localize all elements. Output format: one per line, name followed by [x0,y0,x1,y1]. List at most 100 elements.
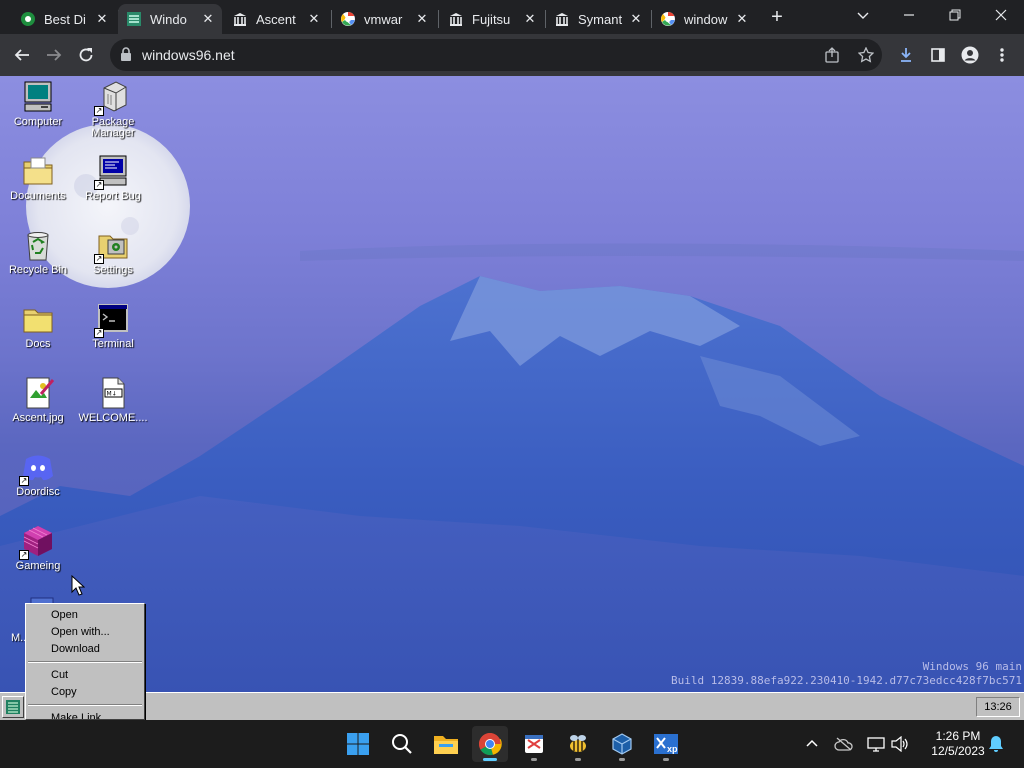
close-icon[interactable]: ✕ [522,11,538,27]
chrome-icon [479,733,502,756]
tray-volume[interactable] [890,734,910,754]
taskbar-file-explorer[interactable] [428,726,464,762]
archive-icon [448,11,464,27]
running-indicator [483,758,497,761]
icon-label: WELCOME.... [78,412,148,424]
running-indicator [531,758,537,761]
folder-icon [21,154,55,188]
tab-windows-search[interactable]: window ✕ [652,4,756,34]
taskbar-snipping-tool[interactable] [516,726,552,762]
tab-ascent[interactable]: Ascent ✕ [224,4,328,34]
shortcut-arrow-icon: ↗ [94,180,104,190]
back-button[interactable] [10,43,34,67]
desktop-icon-docs[interactable]: Docs [1,302,75,350]
clock-time: 1:26 PM [935,729,981,743]
tab-windows96[interactable]: Windo ✕ [118,4,222,34]
close-icon[interactable]: ✕ [200,11,216,27]
tab-title: Windo [150,11,187,27]
tray-onedrive[interactable] [834,734,854,754]
google-icon [340,11,356,27]
win96-start-button[interactable] [2,696,24,718]
tab-vmware[interactable]: vmwar ✕ [332,4,436,34]
taskbar-bee-app[interactable] [560,726,596,762]
taskbar-start-button[interactable] [340,726,376,762]
menu-item-make-link[interactable]: Make Link [26,710,144,719]
shortcut-arrow-icon: ↗ [19,476,29,486]
more-vertical-icon [1000,48,1004,62]
reload-button[interactable] [74,43,98,67]
tab-search-button[interactable] [840,0,886,30]
taskbar-clock[interactable]: 1:26 PM 12/5/2023 [920,729,996,759]
taskbar-virtualbox[interactable] [604,726,640,762]
desktop-icon-doordisc[interactable]: ↗ Doordisc [1,450,75,498]
tab-best[interactable]: Best Di ✕ [12,4,116,34]
close-icon[interactable]: ✕ [628,11,644,27]
taskbar-search-button[interactable] [384,726,420,762]
desktop-icon-report-bug[interactable]: ↗ Report Bug [76,154,150,202]
desktop-icon-documents[interactable]: Documents [1,154,75,202]
taskbar-chrome[interactable] [472,726,508,762]
side-panel-button[interactable] [926,43,950,67]
close-icon[interactable]: ✕ [306,11,322,27]
tab-title: Fujitsu [472,11,511,27]
address-bar[interactable]: windows96.net [110,39,882,71]
shortcut-arrow-icon: ↗ [94,106,104,116]
build-info-line2: Build 12839.88efa922.230410-1942.d77c73e… [671,674,1022,687]
windows96-icon [126,11,142,27]
shortcut-arrow-icon: ↗ [94,254,104,264]
icon-label: Package Manager [91,116,135,139]
tab-fujitsu[interactable]: Fujitsu ✕ [440,4,544,34]
win96-clock[interactable]: 13:26 [976,697,1020,717]
new-tab-button[interactable]: + [766,6,788,28]
tab-title: window [684,11,728,27]
shortcut-arrow-icon: ↗ [94,328,104,338]
tab-symantec[interactable]: Symant ✕ [546,4,650,34]
bell-icon [989,736,1003,752]
download-button[interactable] [894,43,918,67]
desktop-icon-settings[interactable]: ↗ Settings [76,228,150,276]
discord-icon: ↗ [19,450,55,486]
desktop-icon-gameing[interactable]: ↗ Gameing [1,524,75,572]
shortcut-arrow-icon: ↗ [19,550,29,560]
restore-button[interactable] [932,0,978,30]
close-icon[interactable]: ✕ [734,11,750,27]
bookmark-star-icon[interactable] [856,45,876,65]
close-icon[interactable]: ✕ [94,11,110,27]
recycle-bin-icon [21,228,55,262]
profile-button[interactable] [958,43,982,67]
menu-item-cut[interactable]: Cut [26,667,144,684]
windows-xp-vm-icon: xp [654,734,678,754]
menu-item-open[interactable]: Open [26,607,144,624]
menu-item-open-with[interactable]: Open with... [26,624,144,641]
win96-desktop[interactable]: Computer Documents Recycle Bin Docs Asce… [0,76,1024,692]
tray-notifications[interactable] [986,734,1006,754]
desktop-icon-terminal[interactable]: ↗ Terminal [76,302,150,350]
close-icon[interactable]: ✕ [414,11,430,27]
download-icon [901,48,911,62]
close-icon [995,9,1007,21]
chevron-up-icon [806,739,818,747]
desktop-icon-computer[interactable]: Computer [1,80,75,128]
menu-button[interactable] [990,43,1014,67]
taskbar-windows-xp-vm[interactable]: xp [648,726,684,762]
share-icon[interactable] [822,45,842,65]
tray-network[interactable] [866,734,886,754]
close-window-button[interactable] [978,0,1024,30]
desktop-icon-ascent-jpg[interactable]: Ascent.jpg [1,376,75,424]
clock-date: 12/5/2023 [931,744,985,758]
desktop-icon-welcome[interactable]: M↓ WELCOME.... [76,376,150,424]
build-info-line1: Windows 96 main [922,660,1022,673]
icon-label: Report Bug [85,190,141,202]
minimize-button[interactable] [886,0,932,30]
reload-icon [79,48,93,62]
desktop-icon-package-manager[interactable]: ↗ Package Manager [76,80,150,139]
forward-button[interactable] [42,43,66,67]
desktop-icon-recycle-bin[interactable]: Recycle Bin [1,228,75,276]
menu-item-copy[interactable]: Copy [26,684,144,701]
bee-app-icon [570,735,586,752]
lock-icon [120,47,132,66]
tray-overflow-button[interactable] [802,734,822,754]
menu-item-download[interactable]: Download [26,641,144,658]
start-icon [347,733,369,755]
icon-label: Computer [13,116,63,128]
